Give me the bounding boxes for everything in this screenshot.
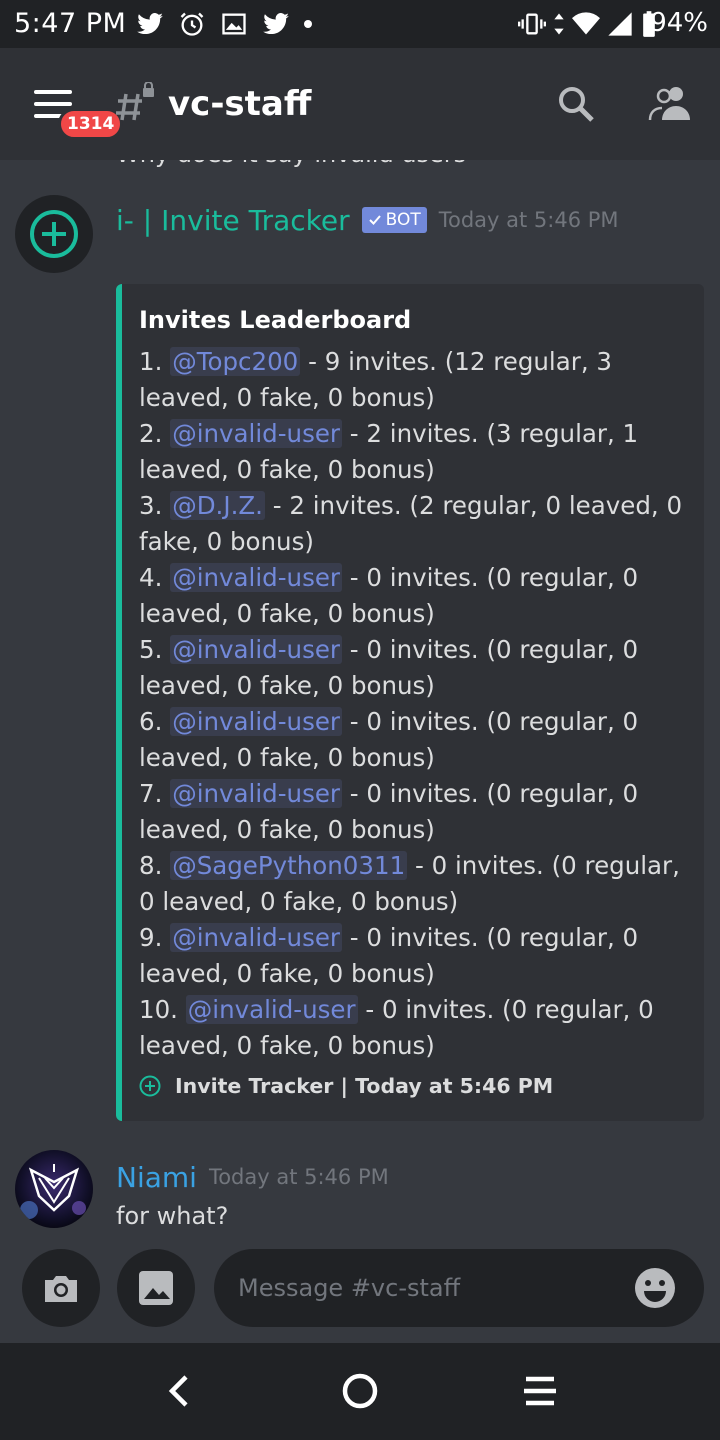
channel-name: vc-staff [168,84,312,124]
avatar-emblem-icon [15,1150,93,1228]
plus-circle-icon [139,1075,161,1097]
bot-avatar[interactable] [15,195,93,273]
previous-message-text: Why does it say invalid users [116,160,466,168]
data-arrows-icon [554,13,564,35]
user-mention[interactable]: @invalid-user [170,707,342,736]
bot-tag-label: BOT [385,210,421,230]
embed-footer-text: Invite Tracker | Today at 5:46 PM [175,1074,554,1098]
user-message-header: Niami Today at 5:46 PM [116,1157,389,1197]
twitter-icon [263,13,289,35]
gallery-icon [222,13,246,35]
notification-icons [136,8,312,40]
back-icon[interactable] [158,1369,202,1413]
message-input[interactable] [238,1249,628,1327]
vibrate-icon [518,13,546,35]
embed-title: Invites Leaderboard [139,306,412,334]
home-icon[interactable] [338,1369,382,1413]
bot-author-name[interactable]: i- | Invite Tracker [116,204,350,237]
user-mention[interactable]: @invalid-user [170,923,342,952]
unread-badge: 1314 [58,108,124,140]
notification-dot-icon [304,20,312,28]
user-mention[interactable]: @invalid-user [170,563,342,592]
image-icon [139,1271,173,1305]
status-bar: 5:47 PM 94% [0,0,720,48]
user-message-timestamp: Today at 5:46 PM [208,1165,389,1189]
wifi-icon [572,12,600,35]
leaderboard-entry: 3. @D.J.Z. - 2 invites. (2 regular, 0 le… [139,491,683,556]
user-mention[interactable]: @invalid-user [170,779,342,808]
leaderboard-entry: 1. @Topc200 - 9 invites. (12 regular, 3 … [139,347,612,412]
leaderboard-entry: 10. @invalid-user - 0 invites. (0 regula… [139,995,654,1060]
leaderboard-entry: 6. @invalid-user - 0 invites. (0 regular… [139,707,639,772]
user-mention[interactable]: @invalid-user [170,635,342,664]
emoji-icon[interactable] [634,1267,676,1309]
embed-footer: Invite Tracker | Today at 5:46 PM [139,1074,553,1098]
members-icon[interactable] [648,82,692,126]
user-message-text: for what? [116,1202,229,1230]
system-nav-bar [0,1343,720,1440]
user-avatar[interactable] [15,1150,93,1228]
twitter-icon [137,13,163,35]
camera-button[interactable] [22,1249,100,1327]
bot-message-header: i- | Invite Tracker BOT Today at 5:46 PM [116,200,619,240]
camera-icon [45,1276,77,1302]
leaderboard-entry: 2. @invalid-user - 2 invites. (3 regular… [139,419,639,484]
leaderboard-entry: 9. @invalid-user - 0 invites. (0 regular… [139,923,639,988]
leaderboard-entry: 5. @invalid-user - 0 invites. (0 regular… [139,635,639,700]
message-field[interactable] [214,1249,704,1327]
search-icon[interactable] [554,82,598,126]
status-time: 5:47 PM [14,8,127,39]
leaderboard-embed: Invites Leaderboard 1. @Topc200 - 9 invi… [116,284,704,1121]
user-mention[interactable]: @invalid-user [170,419,342,448]
alarm-icon [180,12,204,36]
locked-channel-icon [116,82,154,121]
message-input-bar [0,1245,720,1343]
recents-icon[interactable] [518,1369,562,1413]
leaderboard-entry: 7. @invalid-user - 0 invites. (0 regular… [139,779,639,844]
plus-circle-icon [30,210,78,258]
battery-percent: 94% [650,8,708,38]
bot-message-timestamp: Today at 5:46 PM [438,208,619,232]
user-mention[interactable]: @SagePython0311 [170,851,408,880]
message-list[interactable]: Why does it say invalid users i- | Invit… [0,160,720,1245]
leaderboard-entry: 4. @invalid-user - 0 invites. (0 regular… [139,563,639,628]
user-mention[interactable]: @Topc200 [170,347,301,376]
system-icons [518,8,658,40]
user-author-name[interactable]: Niami [116,1161,197,1194]
channel-header: 1314 vc-staff [0,48,720,160]
leaderboard-entry: 8. @SagePython0311 - 0 invites. (0 regul… [139,851,680,916]
user-mention[interactable]: @invalid-user [185,995,358,1024]
signal-icon [608,12,632,36]
user-mention[interactable]: @D.J.Z. [170,491,265,520]
check-icon [368,215,381,225]
image-button[interactable] [117,1249,195,1327]
leaderboard-entries: 1. @Topc200 - 9 invites. (12 regular, 3 … [139,344,695,1064]
bot-tag: BOT [361,207,427,233]
